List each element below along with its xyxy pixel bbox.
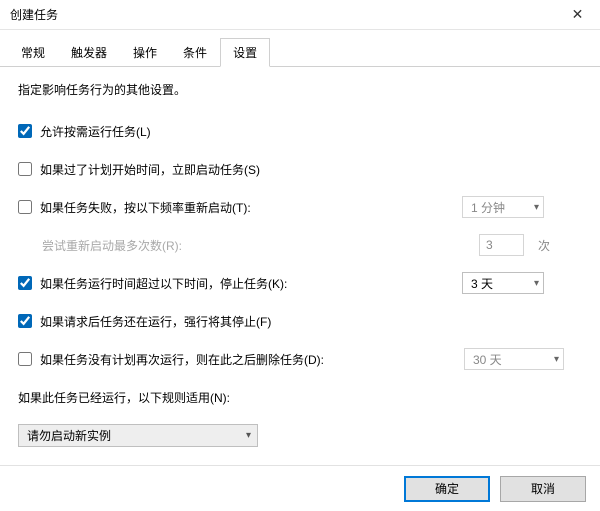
already-running-label: 如果此任务已经运行，以下规则适用(N):: [18, 389, 230, 406]
run-asap-label: 如果过了计划开始时间，立即启动任务(S): [40, 161, 260, 178]
delete-after-value: 30 天: [473, 351, 502, 368]
tab-triggers[interactable]: 触发器: [58, 38, 120, 66]
already-running-rule-combo[interactable]: 请勿启动新实例 ▾: [18, 424, 258, 447]
run-asap-option[interactable]: 如果过了计划开始时间，立即启动任务(S): [18, 161, 260, 178]
force-stop-label: 如果请求后任务还在运行，强行将其停止(F): [40, 313, 271, 330]
restart-on-fail-checkbox[interactable]: [18, 200, 32, 214]
restart-on-fail-label: 如果任务失败，按以下频率重新启动(T):: [40, 199, 251, 216]
restart-attempts-label: 尝试重新启动最多次数(R):: [42, 237, 182, 254]
stop-if-longer-label: 如果任务运行时间超过以下时间，停止任务(K):: [40, 275, 287, 292]
stop-if-longer-option[interactable]: 如果任务运行时间超过以下时间，停止任务(K):: [18, 275, 287, 292]
restart-interval-combo: 1 分钟 ▾: [462, 196, 544, 218]
chevron-down-icon: ▾: [528, 278, 539, 289]
restart-attempts-suffix: 次: [538, 237, 550, 254]
window-title: 创建任务: [10, 6, 555, 23]
run-asap-checkbox[interactable]: [18, 162, 32, 176]
tab-general[interactable]: 常规: [8, 38, 58, 66]
chevron-down-icon: ▾: [548, 354, 559, 365]
dialog-footer: 确定 取消: [0, 465, 600, 511]
restart-attempts-input: 3: [479, 234, 524, 256]
delete-after-checkbox[interactable]: [18, 352, 32, 366]
chevron-down-icon: ▾: [528, 202, 539, 213]
settings-panel: 指定影响任务行为的其他设置。 允许按需运行任务(L) 如果过了计划开始时间，立即…: [0, 67, 600, 467]
restart-interval-value: 1 分钟: [471, 199, 505, 216]
tab-settings[interactable]: 设置: [220, 38, 270, 67]
title-bar: 创建任务 ✕: [0, 0, 600, 30]
stop-duration-combo[interactable]: 3 天 ▾: [462, 272, 544, 294]
tab-conditions[interactable]: 条件: [170, 38, 220, 66]
panel-description: 指定影响任务行为的其他设置。: [18, 81, 582, 98]
stop-duration-value: 3 天: [471, 275, 493, 292]
allow-on-demand-checkbox[interactable]: [18, 124, 32, 138]
tab-strip: 常规 触发器 操作 条件 设置: [0, 30, 600, 67]
close-button[interactable]: ✕: [555, 0, 600, 30]
delete-after-label: 如果任务没有计划再次运行，则在此之后删除任务(D):: [40, 351, 324, 368]
cancel-button[interactable]: 取消: [500, 476, 586, 502]
ok-button[interactable]: 确定: [404, 476, 490, 502]
restart-attempts-value: 3: [486, 238, 493, 252]
restart-on-fail-option[interactable]: 如果任务失败，按以下频率重新启动(T):: [18, 199, 251, 216]
allow-on-demand-option[interactable]: 允许按需运行任务(L): [18, 123, 151, 140]
chevron-down-icon: ▾: [246, 430, 251, 441]
stop-if-longer-checkbox[interactable]: [18, 276, 32, 290]
force-stop-option[interactable]: 如果请求后任务还在运行，强行将其停止(F): [18, 313, 271, 330]
already-running-rule-value: 请勿启动新实例: [27, 427, 111, 444]
delete-after-option[interactable]: 如果任务没有计划再次运行，则在此之后删除任务(D):: [18, 351, 324, 368]
tab-actions[interactable]: 操作: [120, 38, 170, 66]
delete-after-combo: 30 天 ▾: [464, 348, 564, 370]
force-stop-checkbox[interactable]: [18, 314, 32, 328]
allow-on-demand-label: 允许按需运行任务(L): [40, 123, 151, 140]
